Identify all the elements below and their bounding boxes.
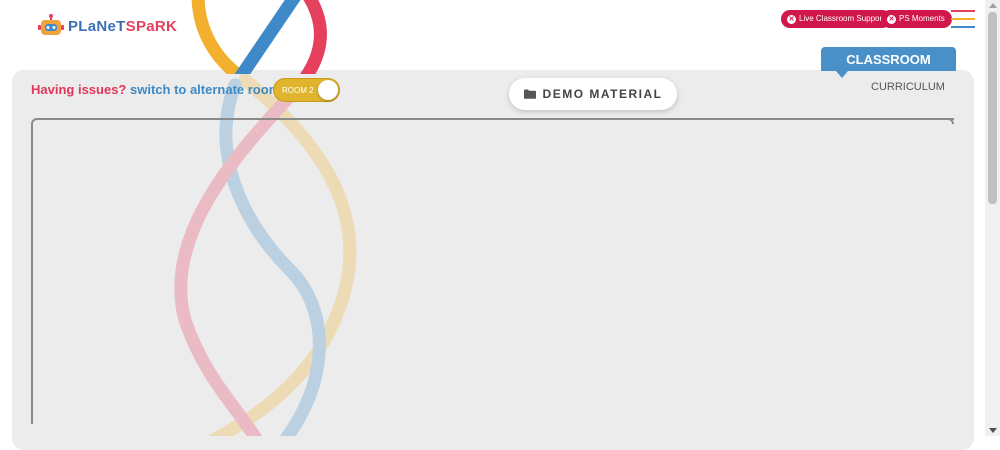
scroll-up-arrow-icon[interactable] — [989, 3, 997, 8]
logo-text-planet: PLaNeT — [68, 17, 126, 35]
ps-moments-button[interactable]: ✕ PS Moments — [881, 10, 952, 28]
hamburger-icon[interactable] — [951, 10, 975, 30]
robot-logo-icon — [38, 14, 64, 35]
tab-pointer — [836, 71, 848, 78]
demo-material-button[interactable]: DEMO MATERIAL — [509, 78, 677, 110]
page-scrollbar[interactable] — [985, 0, 1000, 436]
issue-text: Having issues? — [31, 82, 127, 97]
toggle-knob — [318, 80, 338, 100]
alternate-room-prompt: Having issues? switch to alternate room — [31, 82, 280, 97]
ps-moments-label: PS Moments — [899, 14, 945, 23]
tab-classroom[interactable]: CLASSROOM — [821, 47, 956, 78]
switch-room-link[interactable]: switch to alternate room — [130, 82, 280, 97]
demo-material-label: DEMO MATERIAL — [542, 87, 663, 101]
tab-curriculum[interactable]: CURRICULUM — [871, 81, 945, 93]
live-classroom-support-button[interactable]: ✕ Live Classroom Support — [781, 10, 892, 28]
tab-classroom-label: CLASSROOM — [846, 52, 931, 67]
scroll-down-arrow-icon[interactable] — [989, 428, 997, 433]
room-toggle-label: ROOM 2 — [282, 86, 314, 95]
scrollbar-thumb[interactable] — [988, 12, 997, 204]
classroom-content-frame[interactable] — [31, 118, 954, 424]
close-circle-icon: ✕ — [887, 14, 896, 24]
room-toggle[interactable]: ROOM 2 — [273, 78, 340, 102]
logo-text-spark: SPaRK — [125, 17, 178, 35]
close-circle-icon: ✕ — [787, 14, 796, 24]
live-support-label: Live Classroom Support — [799, 14, 885, 23]
folder-icon — [523, 89, 536, 99]
planetspark-logo[interactable]: PLaNeTSPaRK — [38, 14, 177, 38]
